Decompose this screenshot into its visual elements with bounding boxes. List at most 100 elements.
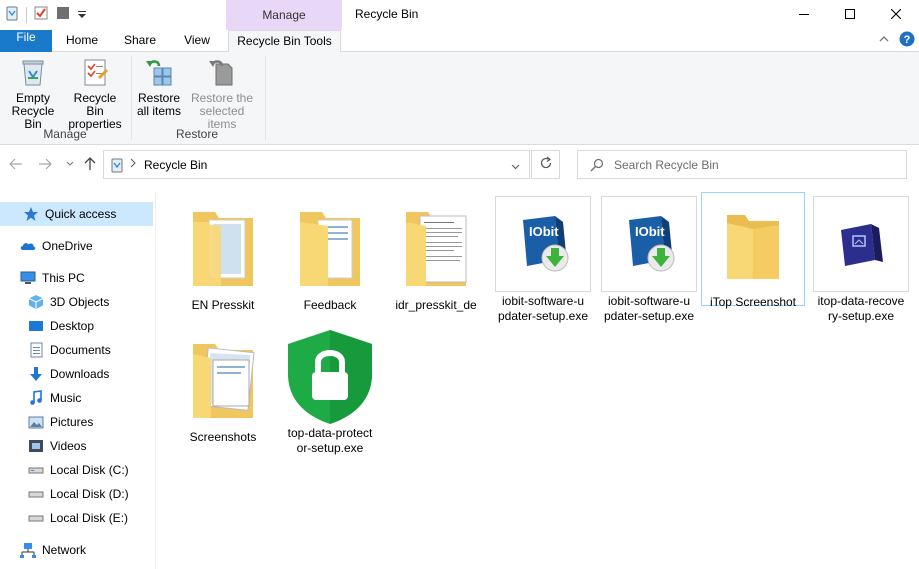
file-name: itop-data-recove: [817, 294, 905, 308]
refresh-button[interactable]: [531, 150, 560, 179]
documents-icon: [28, 342, 44, 358]
customize-toolbar-icon[interactable]: [77, 5, 87, 24]
breadcrumb-path[interactable]: Recycle Bin: [144, 158, 207, 172]
file-name: or-setup.exe: [296, 441, 364, 455]
maximize-button[interactable]: [827, 0, 873, 28]
computer-icon: [20, 270, 36, 286]
sidebar-item-label: This PC: [42, 271, 85, 285]
recycle-bin-small-icon: [109, 157, 125, 176]
address-bar-row: Recycle Bin Search Recycle Bin: [0, 146, 919, 184]
desktop-icon: [28, 318, 44, 334]
tab-home[interactable]: Home: [56, 30, 108, 52]
collapse-ribbon-icon[interactable]: [878, 33, 890, 48]
sidebar-item-desktop[interactable]: Desktop: [0, 314, 153, 338]
forward-arrow-icon[interactable]: [37, 156, 53, 172]
file-item[interactable]: EN Presskit: [171, 196, 275, 313]
sidebar-item-videos[interactable]: Videos: [0, 434, 153, 458]
recycle-bin-properties-label-1: Recycle Bin: [73, 91, 117, 118]
svg-text:?: ?: [904, 34, 911, 46]
svg-text:IObit: IObit: [635, 224, 665, 239]
recycle-bin-icon: [17, 56, 49, 88]
file-item[interactable]: IObit iobit-software-u pdater-setup.exe: [597, 192, 701, 324]
tab-file[interactable]: File: [0, 30, 52, 52]
ribbon-group-divider: [131, 56, 132, 140]
network-icon: [20, 542, 36, 558]
sidebar-item-network[interactable]: Network: [0, 538, 153, 562]
properties-icon: [79, 56, 111, 88]
sidebar-item-label: Network: [42, 543, 87, 557]
file-item[interactable]: top-data-protect or-setup.exe: [278, 324, 382, 456]
sidebar-item-music[interactable]: Music: [0, 386, 153, 410]
sidebar-item-documents[interactable]: Documents: [0, 338, 153, 362]
file-name: Screenshots: [189, 430, 257, 444]
file-item[interactable]: Screenshots: [171, 328, 275, 445]
sidebar-item-local-disk-c[interactable]: Local Disk (C:): [0, 458, 153, 482]
file-item[interactable]: idr_presskit_de: [384, 196, 488, 313]
toolbar-divider: [26, 6, 27, 23]
file-name: pdater-setup.exe: [497, 309, 589, 323]
drive-icon: [28, 486, 44, 502]
file-name: iobit-software-u: [501, 294, 585, 308]
star-icon: [23, 206, 39, 222]
shield-lock-icon: [282, 328, 378, 424]
properties-check-icon[interactable]: [33, 5, 49, 24]
restore-selected-items-button[interactable]: Restore the selected items: [184, 56, 260, 131]
manage-context-tab[interactable]: Manage: [226, 0, 342, 30]
tab-share[interactable]: Share: [114, 30, 166, 52]
sidebar-item-this-pc[interactable]: This PC: [0, 266, 153, 290]
sidebar-item-quick-access[interactable]: Quick access: [0, 202, 153, 226]
address-dropdown-chevron-icon[interactable]: [511, 159, 520, 173]
restore-group-label: Restore: [175, 127, 219, 141]
sidebar-item-3d-objects[interactable]: 3D Objects: [0, 290, 153, 314]
up-arrow-icon[interactable]: [82, 156, 98, 172]
tab-recycle-bin-tools[interactable]: Recycle Bin Tools: [228, 30, 341, 53]
iobit-installer-icon: IObit: [495, 196, 591, 292]
search-placeholder: Search Recycle Bin: [614, 158, 719, 172]
manage-group-label: Manage: [43, 127, 87, 141]
download-arrow-icon: [28, 366, 44, 382]
help-icon[interactable]: ?: [899, 31, 915, 50]
file-name: idr_presskit_de: [395, 298, 477, 312]
sidebar-item-local-disk-d[interactable]: Local Disk (D:): [0, 482, 153, 506]
sidebar-item-local-disk-e[interactable]: Local Disk (E:): [0, 506, 153, 530]
tab-view[interactable]: View: [171, 30, 223, 52]
cube-icon: [28, 294, 44, 310]
ribbon-group-divider: [265, 56, 266, 140]
refresh-icon: [539, 156, 553, 173]
empty-recycle-bin-button[interactable]: Empty Recycle Bin: [4, 56, 62, 131]
quick-access-toolbar: [4, 5, 87, 24]
restore-all-label-2: all items: [136, 104, 181, 118]
sidebar-item-label: Documents: [50, 343, 111, 357]
new-folder-icon[interactable]: [55, 5, 71, 24]
file-item[interactable]: IObit iobit-software-u pdater-setup.exe: [491, 192, 595, 324]
iobit-installer-icon: IObit: [601, 196, 697, 292]
file-name: Feedback: [303, 298, 357, 312]
recycle-bin-properties-button[interactable]: Recycle Bin properties: [64, 56, 126, 131]
file-name: iobit-software-u: [607, 294, 691, 308]
recent-locations-chevron-icon[interactable]: [62, 156, 78, 172]
file-name: EN Presskit: [191, 298, 255, 312]
restore-all-items-button[interactable]: Restore all items: [134, 56, 184, 118]
sidebar-item-label: Quick access: [45, 207, 117, 221]
sidebar-item-onedrive[interactable]: OneDrive: [0, 234, 153, 258]
restore-selected-icon: [206, 56, 238, 88]
search-icon: [590, 158, 604, 175]
file-item[interactable]: Feedback: [278, 196, 382, 313]
folder-icon: [175, 332, 271, 428]
search-field[interactable]: Search Recycle Bin: [577, 150, 907, 179]
sidebar-item-downloads[interactable]: Downloads: [0, 362, 153, 386]
film-icon: [28, 438, 44, 454]
file-item[interactable]: itop-data-recove ry-setup.exe: [809, 192, 913, 324]
close-button[interactable]: [873, 0, 919, 28]
address-field[interactable]: Recycle Bin: [103, 150, 530, 179]
sidebar-item-label: Local Disk (C:): [50, 463, 129, 477]
breadcrumb-chevron-icon[interactable]: [130, 157, 136, 171]
sidebar-item-label: Local Disk (E:): [50, 511, 129, 525]
sidebar-item-pictures[interactable]: Pictures: [0, 410, 153, 434]
ribbon: Empty Recycle Bin Recycle Bin properties…: [0, 52, 919, 145]
sidebar-item-label: Local Disk (D:): [50, 487, 129, 501]
minimize-button[interactable]: [781, 0, 827, 28]
back-arrow-icon[interactable]: [8, 156, 24, 172]
file-name: pdater-setup.exe: [603, 309, 695, 323]
file-item[interactable]: iTop Screenshot: [701, 192, 805, 309]
